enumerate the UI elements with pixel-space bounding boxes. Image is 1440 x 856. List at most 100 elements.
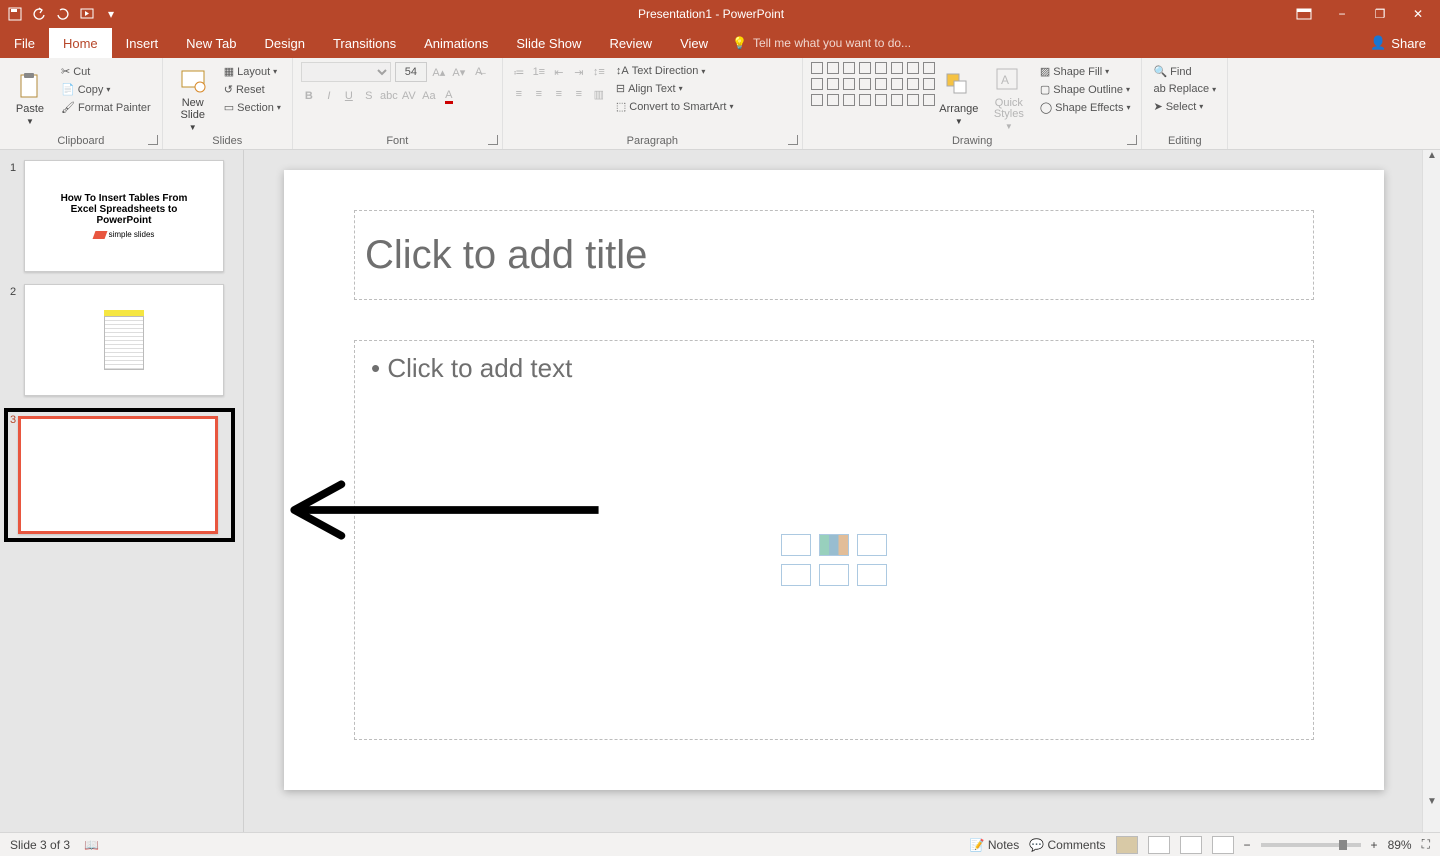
drawing-launcher-icon[interactable] <box>1127 135 1137 145</box>
notes-button[interactable]: 📝 Notes <box>970 838 1020 852</box>
maximize-icon[interactable]: ❐ <box>1372 7 1388 21</box>
zoom-out-icon[interactable]: − <box>1244 838 1251 852</box>
bold-icon[interactable]: B <box>301 88 317 104</box>
align-left-icon[interactable]: ≡ <box>511 86 527 102</box>
zoom-slider[interactable] <box>1261 843 1361 847</box>
text-direction-button[interactable]: ↕AText Direction▾ <box>613 64 737 78</box>
line-spacing-icon[interactable]: ↕≡ <box>591 64 607 80</box>
paste-label: Paste <box>16 103 44 115</box>
decrease-indent-icon[interactable]: ⇤ <box>551 64 567 80</box>
ribbon-display-options-icon[interactable] <box>1296 8 1312 20</box>
clipboard-launcher-icon[interactable] <box>148 135 158 145</box>
qat-customize-icon[interactable]: ▾ <box>104 7 118 21</box>
shape-outline-button[interactable]: ▢Shape Outline▾ <box>1037 82 1134 97</box>
tab-insert[interactable]: Insert <box>112 28 173 58</box>
section-button[interactable]: ▭Section▾ <box>221 100 284 115</box>
justify-icon[interactable]: ≡ <box>571 86 587 102</box>
slide-counter[interactable]: Slide 3 of 3 <box>10 838 70 852</box>
align-center-icon[interactable]: ≡ <box>531 86 547 102</box>
font-size-input[interactable] <box>395 62 427 82</box>
zoom-knob[interactable] <box>1339 840 1347 850</box>
shadow-icon[interactable]: S <box>361 88 377 104</box>
title-placeholder[interactable]: Click to add title <box>354 210 1314 300</box>
tab-design[interactable]: Design <box>251 28 319 58</box>
tab-new-tab[interactable]: New Tab <box>172 28 250 58</box>
decrease-font-icon[interactable]: A▾ <box>451 64 467 80</box>
close-icon[interactable]: ✕ <box>1410 7 1426 21</box>
font-launcher-icon[interactable] <box>488 135 498 145</box>
font-name-select[interactable] <box>301 62 391 82</box>
slide-thumbnail-3[interactable]: 3 <box>4 408 235 542</box>
slide-thumbnail-1[interactable]: 1 How To Insert Tables From Excel Spread… <box>8 160 235 272</box>
insert-online-pictures-icon[interactable] <box>819 564 849 586</box>
find-button[interactable]: 🔍Find <box>1150 64 1219 79</box>
insert-chart-icon[interactable] <box>819 534 849 556</box>
slide-canvas[interactable]: Click to add title • Click to add text <box>284 170 1384 790</box>
quick-styles-button[interactable]: A Quick Styles ▼ <box>987 62 1031 135</box>
scroll-up-icon[interactable]: ▲ <box>1423 150 1440 168</box>
slide-sorter-view-icon[interactable] <box>1148 836 1170 854</box>
fit-to-window-icon[interactable]: ⛶ <box>1422 837 1430 852</box>
shape-fill-button[interactable]: ▨Shape Fill▾ <box>1037 64 1134 79</box>
align-text-button[interactable]: ⊟Align Text▾ <box>613 81 737 96</box>
paste-button[interactable]: Paste ▼ <box>8 62 52 135</box>
tell-me-search[interactable]: 💡 Tell me what you want to do... <box>722 28 911 58</box>
tab-slide-show[interactable]: Slide Show <box>502 28 595 58</box>
insert-pictures-icon[interactable] <box>781 564 811 586</box>
strikethrough-icon[interactable]: abc <box>381 88 397 104</box>
select-button[interactable]: ➤Select▾ <box>1150 99 1219 114</box>
slide-thumbnail-panel[interactable]: 1 How To Insert Tables From Excel Spread… <box>0 150 244 832</box>
clear-formatting-icon[interactable]: A̶ <box>471 64 487 80</box>
insert-table-icon[interactable] <box>781 534 811 556</box>
layout-button[interactable]: ▦Layout▾ <box>221 64 284 79</box>
increase-indent-icon[interactable]: ⇥ <box>571 64 587 80</box>
new-slide-button[interactable]: New Slide ▼ <box>171 62 215 135</box>
bullets-icon[interactable]: ≔ <box>511 64 527 80</box>
insert-video-icon[interactable] <box>857 564 887 586</box>
change-case-icon[interactable]: Aa <box>421 88 437 104</box>
char-spacing-icon[interactable]: AV <box>401 88 417 104</box>
font-color-icon[interactable]: A <box>441 88 457 104</box>
slideshow-view-icon[interactable] <box>1212 836 1234 854</box>
columns-icon[interactable]: ▥ <box>591 86 607 102</box>
tab-view[interactable]: View <box>666 28 722 58</box>
arrange-button[interactable]: Arrange ▼ <box>937 62 981 135</box>
undo-icon[interactable] <box>32 7 46 21</box>
align-right-icon[interactable]: ≡ <box>551 86 567 102</box>
comments-button[interactable]: 💬 Comments <box>1029 838 1105 852</box>
tab-transitions[interactable]: Transitions <box>319 28 410 58</box>
tab-home[interactable]: Home <box>49 28 112 58</box>
convert-smartart-button[interactable]: ⬚Convert to SmartArt▾ <box>613 99 737 114</box>
copy-button[interactable]: 📄Copy▾ <box>58 82 154 97</box>
tab-animations[interactable]: Animations <box>410 28 502 58</box>
start-from-beginning-icon[interactable] <box>80 7 94 21</box>
slide-editor[interactable]: Click to add title • Click to add text ▲… <box>244 150 1440 832</box>
spellcheck-icon[interactable]: 📖 <box>84 838 99 852</box>
underline-icon[interactable]: U <box>341 88 357 104</box>
reading-view-icon[interactable] <box>1180 836 1202 854</box>
redo-icon[interactable] <box>56 7 70 21</box>
share-button[interactable]: 👤 Share <box>1356 28 1440 58</box>
vertical-scrollbar[interactable]: ▲ ▼ <box>1422 150 1440 832</box>
normal-view-icon[interactable] <box>1116 836 1138 854</box>
zoom-level[interactable]: 89% <box>1388 838 1412 852</box>
scroll-down-icon[interactable]: ▼ <box>1423 796 1440 814</box>
format-painter-button[interactable]: 🖌Format Painter <box>58 100 154 115</box>
replace-button[interactable]: abReplace▾ <box>1150 82 1219 96</box>
shape-effects-button[interactable]: ◯Shape Effects▾ <box>1037 100 1134 115</box>
numbering-icon[interactable]: 1≡ <box>531 64 547 80</box>
increase-font-icon[interactable]: A▴ <box>431 64 447 80</box>
tab-file[interactable]: File <box>0 28 49 58</box>
reset-button[interactable]: ↺Reset <box>221 82 284 97</box>
minimize-icon[interactable]: − <box>1334 7 1350 21</box>
zoom-in-icon[interactable]: + <box>1371 838 1378 852</box>
tab-review[interactable]: Review <box>595 28 666 58</box>
slide-thumbnail-2[interactable]: 2 <box>8 284 235 396</box>
save-icon[interactable] <box>8 7 22 21</box>
paragraph-launcher-icon[interactable] <box>788 135 798 145</box>
insert-smartart-icon[interactable] <box>857 534 887 556</box>
content-placeholder[interactable]: • Click to add text <box>354 340 1314 740</box>
cut-button[interactable]: ✂Cut <box>58 64 154 79</box>
italic-icon[interactable]: I <box>321 88 337 104</box>
shapes-gallery[interactable] <box>811 62 931 135</box>
